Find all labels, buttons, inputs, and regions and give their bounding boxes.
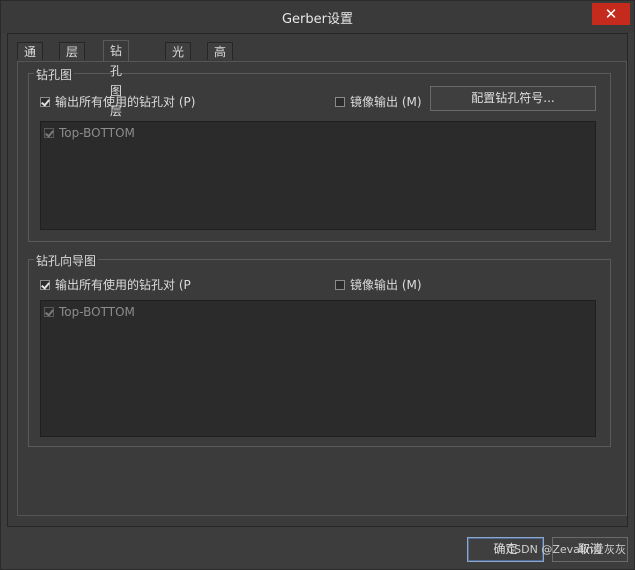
mirror-plots-checkbox[interactable]: 镜像输出 (M) [335, 93, 422, 110]
watermark: CSDN @Zevalin爱灰灰 [506, 543, 627, 556]
guide-mirror-plots-checkbox[interactable]: 镜像输出 (M) [335, 276, 422, 293]
tab-layers[interactable]: 层 [59, 42, 86, 60]
list-item[interactable]: Top-BOTTOM [44, 305, 135, 319]
checkbox-checked-icon [40, 96, 50, 107]
drill-guide-group-label: 钻孔向导图 [34, 252, 99, 269]
checkbox-checked-icon [44, 128, 54, 138]
mirror-plots-label: 镜像输出 (M) [350, 95, 422, 109]
dialog-content: 通用 层 钻孔图层 光圈 高级 钻孔图 输出所有使用的钻孔对 (P) 镜像输出 … [7, 33, 628, 527]
tab-general[interactable]: 通用 [17, 42, 44, 77]
layer-pair-label: Top-BOTTOM [59, 305, 135, 319]
title-bar[interactable]: Gerber设置 ✕ [1, 1, 634, 33]
checkbox-unchecked-icon [335, 96, 345, 107]
drill-pairs-list[interactable]: Top-BOTTOM [40, 121, 596, 230]
guide-plot-all-drill-pairs-label: 输出所有使用的钻孔对 (P [55, 278, 191, 292]
checkbox-checked-icon [44, 307, 54, 317]
gerber-settings-dialog: Gerber设置 ✕ 通用 层 钻孔图层 光圈 高级 钻孔图 输出所有使用的钻孔… [0, 0, 635, 570]
tab-drill-drawing[interactable]: 钻孔图层 [103, 40, 130, 118]
checkbox-unchecked-icon [335, 279, 345, 290]
drill-drawing-group-label: 钻孔图 [34, 66, 75, 83]
drill-drawing-panel: 钻孔图 输出所有使用的钻孔对 (P) 镜像输出 (M) 配置钻孔符号... To… [17, 61, 627, 516]
dialog-title: Gerber设置 [281, 12, 353, 27]
list-item[interactable]: Top-BOTTOM [44, 126, 135, 140]
plot-all-drill-pairs-label: 输出所有使用的钻孔对 (P) [55, 95, 196, 109]
guide-drill-pairs-list[interactable]: Top-BOTTOM [40, 300, 596, 437]
drill-guide-group: 钻孔向导图 输出所有使用的钻孔对 (P 镜像输出 (M) Top-BOTTOM [28, 252, 611, 447]
guide-plot-all-drill-pairs-checkbox[interactable]: 输出所有使用的钻孔对 (P [40, 276, 191, 293]
configure-drill-symbols-button[interactable]: 配置钻孔符号... [430, 86, 596, 111]
checkbox-checked-icon [40, 279, 50, 290]
close-icon: ✕ [604, 5, 618, 23]
guide-mirror-plots-label: 镜像输出 (M) [350, 278, 422, 292]
tab-advanced[interactable]: 高级 [207, 42, 234, 77]
tab-apertures[interactable]: 光圈 [165, 42, 192, 77]
close-button[interactable]: ✕ [592, 3, 630, 25]
layer-pair-label: Top-BOTTOM [59, 126, 135, 140]
